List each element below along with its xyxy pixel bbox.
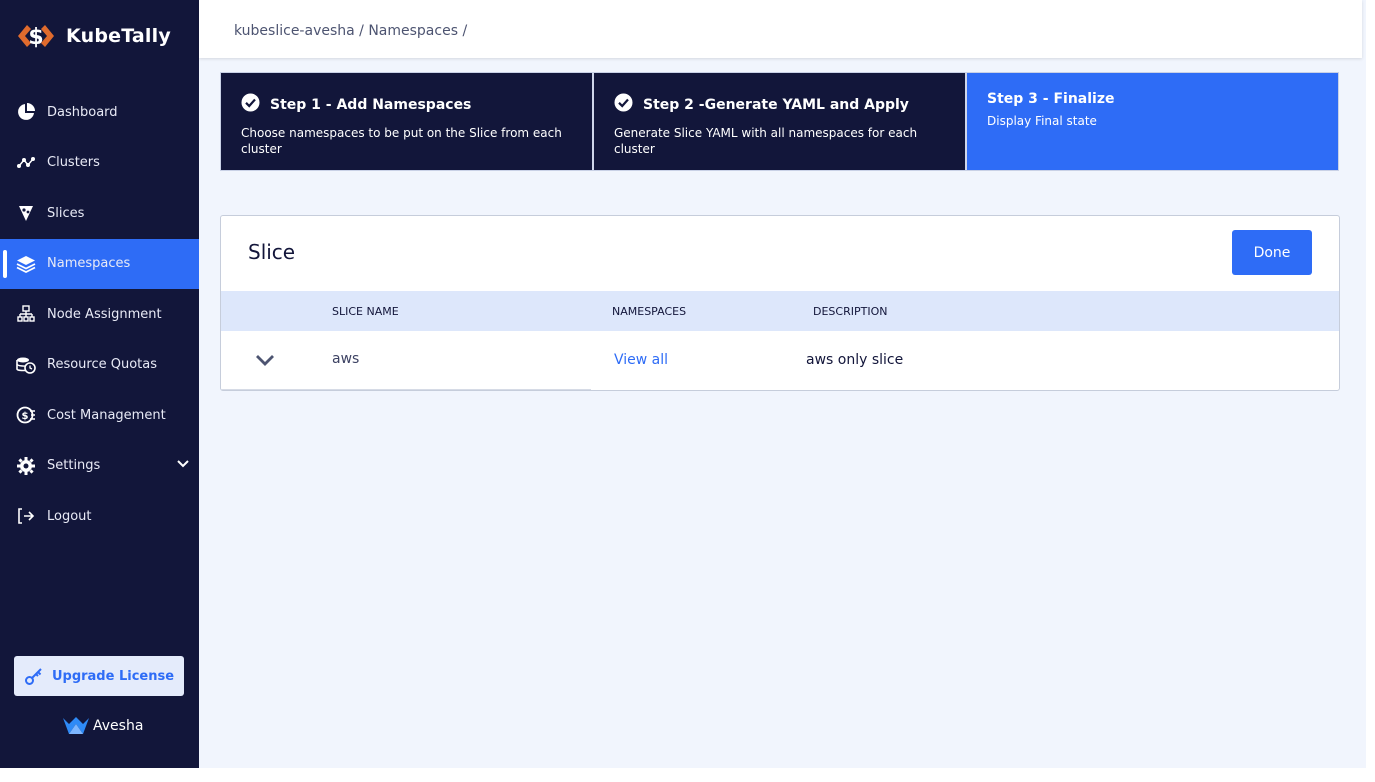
check-circle-icon [614, 93, 633, 116]
sidebar-item-label: Slices [47, 205, 85, 221]
money-icon: $ [16, 405, 36, 425]
sidebar-item-label: Resource Quotas [47, 357, 158, 373]
sidebar-nav: Dashboard Clusters Slices Namespaces Nod… [0, 87, 199, 542]
chevron-down-icon[interactable] [177, 457, 189, 472]
done-button[interactable]: Done [1232, 230, 1312, 275]
sidebar-item-dashboard[interactable]: Dashboard [0, 87, 199, 138]
step-title: Step 1 - Add Namespaces [270, 96, 472, 113]
gear-icon [16, 456, 36, 476]
step-title: Step 3 - Finalize [987, 91, 1115, 107]
svg-text:$: $ [22, 411, 29, 422]
table-row: aws View all aws only slice [221, 331, 1339, 391]
sidebar-item-settings[interactable]: Settings [0, 441, 199, 492]
sidebar-item-label: Dashboard [47, 104, 118, 120]
step-description: Display Final state [987, 114, 1097, 128]
slice-icon [16, 203, 36, 223]
sidebar-item-label: Logout [47, 508, 92, 524]
brand-name: KubeTally [66, 25, 171, 47]
description-cell: aws only slice [806, 352, 904, 368]
row-divider [221, 389, 591, 390]
main-content: kubeslice-avesha / Namespaces / Step 1 -… [199, 0, 1366, 768]
sidebar-item-namespaces[interactable]: Namespaces [0, 238, 199, 289]
card-title: Slice [248, 240, 296, 264]
logout-icon [16, 506, 36, 526]
chevron-down-icon[interactable] [255, 351, 275, 370]
sidebar-item-label: Node Assignment [47, 306, 162, 322]
upgrade-license-button[interactable]: Upgrade License [14, 656, 184, 696]
coins-clock-icon [16, 355, 36, 375]
wizard-steps: Step 1 - Add Namespaces Choose namespace… [220, 72, 1339, 171]
layers-icon [16, 254, 36, 274]
top-bar: kubeslice-avesha / Namespaces / [199, 0, 1362, 58]
avesha-logo-icon [63, 717, 89, 734]
sidebar-item-slices[interactable]: Slices [0, 188, 199, 239]
sidebar-item-label: Namespaces [47, 256, 131, 272]
sidebar-item-label: Settings [47, 458, 101, 474]
avesha-name: Avesha [93, 718, 144, 734]
upgrade-license-label: Upgrade License [51, 668, 175, 684]
brand[interactable]: $ KubeTally [17, 22, 171, 50]
kubetally-logo-icon: $ [17, 22, 55, 50]
slice-name-cell: aws [332, 351, 360, 367]
step-description: Choose namespaces to be put on the Slice… [241, 126, 562, 156]
sitemap-icon [16, 304, 36, 324]
network-icon [16, 153, 36, 173]
key-icon [24, 668, 42, 685]
column-header-description: DESCRIPTION [813, 305, 888, 318]
check-circle-icon [241, 93, 260, 116]
sidebar-item-node-assignment[interactable]: Node Assignment [0, 289, 199, 340]
slice-card: Slice Done SLICE NAME NAMESPACES DESCRIP… [220, 215, 1340, 391]
step-title: Step 2 -Generate YAML and Apply [643, 96, 909, 113]
column-header-namespaces: NAMESPACES [612, 305, 687, 318]
pie-chart-icon [16, 102, 36, 122]
sidebar-item-clusters[interactable]: Clusters [0, 138, 199, 189]
sidebar-item-cost-management[interactable]: $ Cost Management [0, 390, 199, 441]
sidebar-item-resource-quotas[interactable]: Resource Quotas [0, 340, 199, 391]
column-header-slice-name: SLICE NAME [332, 305, 399, 318]
step-1[interactable]: Step 1 - Add Namespaces Choose namespace… [221, 73, 594, 170]
breadcrumb[interactable]: kubeslice-avesha / Namespaces / [234, 23, 467, 39]
sidebar: $ KubeTally Dashboard Clusters Slices Na… [0, 0, 199, 768]
avesha-brand: Avesha [62, 716, 143, 736]
view-all-link[interactable]: View all [614, 352, 668, 368]
step-2[interactable]: Step 2 -Generate YAML and Apply Generate… [594, 73, 967, 170]
table-header: SLICE NAME NAMESPACES DESCRIPTION [221, 291, 1339, 331]
step-description: Generate Slice YAML with all namespaces … [614, 126, 918, 156]
sidebar-item-label: Clusters [47, 155, 100, 171]
sidebar-item-logout[interactable]: Logout [0, 491, 199, 542]
step-3[interactable]: Step 3 - Finalize Display Final state [967, 73, 1338, 170]
sidebar-item-label: Cost Management [47, 407, 166, 423]
svg-text:$: $ [28, 25, 43, 50]
